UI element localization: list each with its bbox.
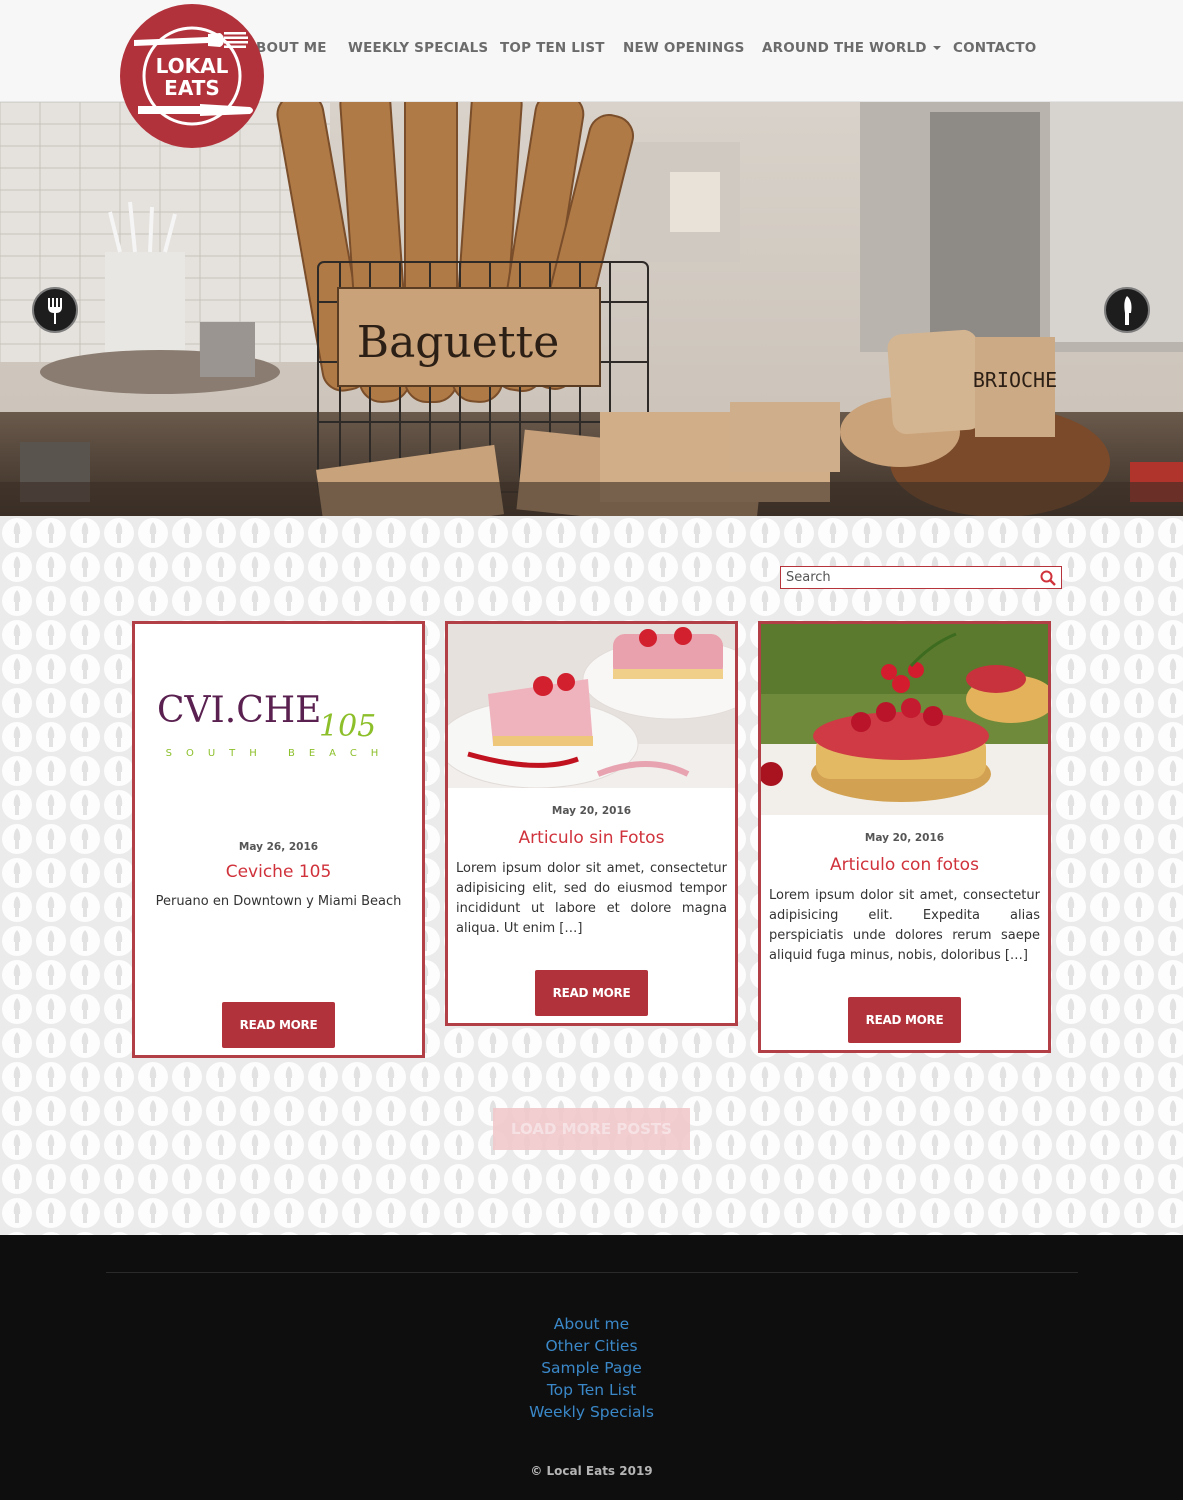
post-excerpt: Lorem ipsum dolor sit amet, consectetur … bbox=[456, 861, 727, 936]
post-card: May 20, 2016 Articulo sin Fotos Lorem ip… bbox=[445, 621, 738, 1026]
footer: About me Other Cities Sample Page Top Te… bbox=[0, 1235, 1183, 1500]
ceviche-logo-image: CVI.CHE 105 SOUTH BEACH bbox=[135, 624, 422, 824]
caret-down-icon bbox=[932, 46, 941, 50]
post-excerpt: Lorem ipsum dolor sit amet, consectetur … bbox=[769, 888, 1040, 963]
post-title[interactable]: Ceviche 105 bbox=[135, 862, 422, 882]
read-more-button[interactable]: READ MORE bbox=[848, 997, 961, 1043]
ceviche-logo-sub: SOUTH BEACH bbox=[166, 748, 393, 759]
logo-line1: LOKAL bbox=[156, 54, 229, 78]
post-date: May 20, 2016 bbox=[551, 805, 632, 817]
post-excerpt: Peruano en Downtown y Miami Beach bbox=[155, 894, 402, 909]
ceviche-logo-number: 105 bbox=[319, 709, 376, 744]
carousel-prev-button[interactable] bbox=[32, 287, 78, 333]
search-box bbox=[780, 566, 1062, 589]
footer-nav: About me Other Cities Sample Page Top Te… bbox=[0, 1313, 1183, 1423]
sign-baguette: Baguette bbox=[357, 317, 560, 368]
nav-top-ten-list[interactable]: TOP TEN LIST bbox=[500, 40, 605, 56]
hero-carousel: Baguette BRIOCHE bbox=[0, 102, 1183, 516]
nav-contacto[interactable]: CONTACTO bbox=[953, 40, 1036, 56]
fork-icon bbox=[48, 298, 62, 324]
footer-link-about-me[interactable]: About me bbox=[0, 1313, 1183, 1335]
nav-new-openings[interactable]: NEW OPENINGS bbox=[623, 40, 745, 56]
berry-tart-image bbox=[761, 624, 1048, 815]
nav-about-me[interactable]: BOUT ME bbox=[256, 40, 327, 56]
footer-link-sample-page[interactable]: Sample Page bbox=[0, 1357, 1183, 1379]
copyright: © Local Eats 2019 bbox=[530, 1464, 653, 1478]
post-title[interactable]: Articulo con fotos bbox=[761, 855, 1048, 875]
footer-link-weekly-specials[interactable]: Weekly Specials bbox=[0, 1401, 1183, 1423]
knife-icon bbox=[1124, 296, 1132, 325]
post-date: May 26, 2016 bbox=[238, 841, 319, 853]
nav-around-the-world[interactable]: AROUND THE WORLD bbox=[762, 40, 941, 56]
nav-around-the-world-label: AROUND THE WORLD bbox=[762, 40, 927, 56]
footer-link-top-ten-list[interactable]: Top Ten List bbox=[0, 1379, 1183, 1401]
post-title[interactable]: Articulo sin Fotos bbox=[448, 828, 735, 848]
search-icon[interactable] bbox=[1039, 569, 1057, 587]
ceviche-logo-main: CVI.CHE bbox=[157, 690, 321, 731]
load-more-button[interactable]: LOAD MORE POSTS bbox=[493, 1108, 690, 1150]
read-more-button[interactable]: READ MORE bbox=[222, 1002, 335, 1048]
nav-weekly-specials[interactable]: WEEKLY SPECIALS bbox=[348, 40, 488, 56]
footer-link-other-cities[interactable]: Other Cities bbox=[0, 1335, 1183, 1357]
footer-divider bbox=[106, 1272, 1078, 1273]
post-card: CVI.CHE 105 SOUTH BEACH May 26, 2016 Cev… bbox=[132, 621, 425, 1058]
read-more-button[interactable]: READ MORE bbox=[535, 970, 648, 1016]
post-card: May 20, 2016 Articulo con fotos Lorem ip… bbox=[758, 621, 1051, 1053]
carousel-next-button[interactable] bbox=[1104, 287, 1150, 333]
search-input[interactable] bbox=[781, 567, 1031, 588]
strawberry-cake-image bbox=[448, 624, 735, 788]
lokal-eats-logo[interactable]: LOKAL EATS bbox=[120, 4, 264, 148]
logo-line2: EATS bbox=[164, 76, 220, 100]
sign-brioche: BRIOCHE bbox=[973, 368, 1057, 392]
hero-bakery-image: Baguette BRIOCHE bbox=[0, 102, 1183, 516]
posts-section: CVI.CHE 105 SOUTH BEACH May 26, 2016 Cev… bbox=[0, 516, 1183, 1235]
post-date: May 20, 2016 bbox=[864, 832, 945, 844]
